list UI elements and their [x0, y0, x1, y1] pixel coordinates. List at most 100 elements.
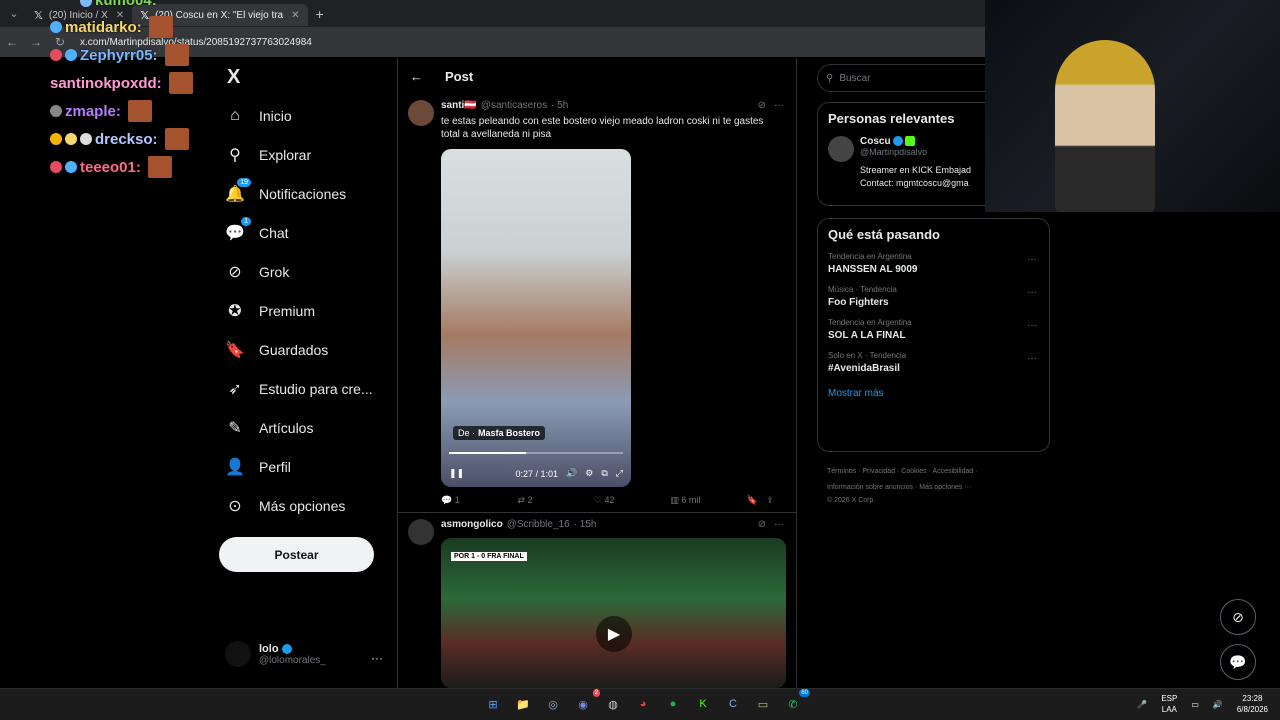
- bookmark-icon[interactable]: 🔖: [747, 495, 767, 506]
- trend-item[interactable]: Solo en X · Tendencia #AvenidaBrasil ···: [828, 351, 1039, 374]
- new-tab-icon[interactable]: +: [316, 6, 324, 22]
- kick-icon[interactable]: K: [692, 693, 714, 715]
- more-icon[interactable]: ···: [1027, 254, 1037, 265]
- notification-badge: 19: [237, 178, 251, 187]
- chat-user: Zephyrr05:: [80, 46, 158, 64]
- app-icon[interactable]: ▭: [752, 693, 774, 715]
- streamer-image: [1055, 40, 1155, 212]
- sidebar-item-search[interactable]: ⚲ Explorar: [225, 145, 311, 165]
- app-icon[interactable]: C: [722, 693, 744, 715]
- more-icon[interactable]: ···: [1027, 353, 1037, 364]
- sidebar-item-bell[interactable]: 🔔 19 Notificaciones: [225, 178, 346, 204]
- tweet-author-handle[interactable]: @Scribble_16: [507, 519, 570, 530]
- tweet-time[interactable]: · 15h: [574, 519, 597, 530]
- language-indicator[interactable]: ESP LAA: [1161, 693, 1177, 715]
- clock[interactable]: 23:28 6/8/2026: [1237, 693, 1268, 715]
- sidebar-item-chat[interactable]: 💬 1 Chat: [225, 217, 289, 243]
- footer-line[interactable]: Términos · Privacidad · Cookies · Accesi…: [827, 464, 1037, 480]
- microphone-icon[interactable]: 🎤: [1137, 700, 1147, 709]
- tweet-time[interactable]: · 5h: [551, 100, 568, 111]
- taskbar: ⊞ 📁 ◎ ◉ 2 ◍ ◕ ● K C ▭ ✆ 60 🎤 ESP LAA ▭ 🔊 23…: [0, 688, 1280, 720]
- search-placeholder: Buscar: [839, 72, 871, 84]
- steam-icon[interactable]: ◎: [542, 693, 564, 715]
- close-icon[interactable]: ✕: [291, 10, 299, 21]
- rocket-icon: ➶: [228, 381, 242, 398]
- more-icon[interactable]: ···: [1027, 287, 1037, 298]
- trend-item[interactable]: Tendencia en Argentina HANSSEN AL 9009 ···: [828, 252, 1039, 275]
- volume-icon[interactable]: 🔊: [1213, 700, 1223, 709]
- file-explorer-icon[interactable]: 📁: [512, 693, 534, 715]
- play-icon[interactable]: ▶: [596, 616, 632, 652]
- x-logo-icon[interactable]: X: [227, 66, 240, 89]
- video-progress-bar[interactable]: [449, 452, 623, 454]
- spotify-icon[interactable]: ●: [662, 693, 684, 715]
- trend-item[interactable]: Música · Tendencia Foo Fighters ···: [828, 285, 1039, 308]
- like-button[interactable]: ♡ 42: [594, 495, 670, 506]
- sidebar-item-profile[interactable]: 👤 Perfil: [225, 457, 291, 477]
- tweet-author-name[interactable]: santi🇦🇹: [441, 100, 477, 111]
- show-more-link[interactable]: Mostrar más: [828, 388, 1039, 399]
- pause-icon[interactable]: ❚❚: [449, 468, 464, 479]
- sidebar-item-grok[interactable]: ⊘ Grok: [225, 262, 289, 282]
- tweet[interactable]: santi🇦🇹 @santicaseros · 5h ⊘ ··· te esta…: [398, 94, 796, 513]
- grok-icon[interactable]: ⊘: [758, 519, 766, 530]
- crown-badge-icon: [50, 133, 62, 145]
- reply-button[interactable]: 💬 1: [441, 495, 517, 506]
- chat-icon[interactable]: 💬: [1220, 644, 1256, 680]
- trend-item[interactable]: Tendencia en Argentina SOL A LA FINAL ···: [828, 318, 1039, 341]
- more-icon[interactable]: ···: [774, 100, 784, 111]
- back-icon[interactable]: ←: [0, 35, 24, 49]
- avatar[interactable]: [408, 519, 434, 545]
- views-button[interactable]: ▥ 6 mil: [670, 495, 746, 506]
- repost-button[interactable]: ⇄ 2: [517, 495, 593, 506]
- chrome-icon[interactable]: ◕: [632, 693, 654, 715]
- tweet-author-handle[interactable]: @santicaseros: [481, 100, 547, 111]
- post-button[interactable]: Postear: [219, 537, 374, 572]
- share-icon[interactable]: ⇪: [766, 495, 786, 506]
- settings-icon[interactable]: ⚙: [585, 468, 593, 479]
- obs-icon[interactable]: ◍: [602, 693, 624, 715]
- windows-start-icon[interactable]: ⊞: [482, 693, 504, 715]
- grok-icon[interactable]: ⊘: [758, 100, 766, 111]
- sidebar-item-more[interactable]: ⊙ Más opciones: [225, 496, 345, 516]
- avatar[interactable]: [828, 136, 854, 162]
- sidebar-item-bookmark[interactable]: 🔖 Guardados: [225, 340, 328, 360]
- trend-category: Música · Tendencia: [828, 285, 897, 294]
- tweet[interactable]: asmongolico @Scribble_16 · 15h ⊘ ··· POR…: [398, 513, 796, 688]
- person-handle[interactable]: @Martinpdisalvo: [860, 147, 927, 157]
- footer-line[interactable]: Información sobre anuncios · Más opcione…: [827, 480, 1037, 496]
- tab-search-icon[interactable]: ⌄: [2, 2, 26, 26]
- tweet-author-name[interactable]: asmongolico: [441, 519, 503, 530]
- video-player[interactable]: POR 1 - 0 FRA FINAL ▶: [441, 538, 786, 688]
- search-icon: ⚲: [826, 72, 834, 84]
- avatar[interactable]: [408, 100, 434, 126]
- forward-icon[interactable]: →: [24, 35, 48, 49]
- sidebar-item-article[interactable]: ✎ Artículos: [225, 418, 313, 438]
- discord-icon[interactable]: ◉ 2: [572, 689, 600, 715]
- sidebar-item-home[interactable]: ⌂ Inicio: [225, 106, 292, 126]
- chat-line: Zephyrr05:: [50, 44, 189, 66]
- account-switcher[interactable]: lolo @lolomorales_: [225, 641, 326, 667]
- sidebar-item-label: Artículos: [259, 420, 314, 436]
- emote-icon: [147, 156, 172, 178]
- verified-icon: [281, 643, 292, 654]
- volume-icon[interactable]: 🔊: [566, 468, 577, 479]
- grok-icon[interactable]: ⊘: [1220, 599, 1256, 635]
- emote-icon: [164, 44, 189, 66]
- pip-icon[interactable]: ⧉: [601, 468, 607, 479]
- trend-name: Foo Fighters: [828, 297, 889, 308]
- fullscreen-icon[interactable]: ⤢: [616, 468, 623, 479]
- more-icon[interactable]: ···: [1027, 320, 1037, 331]
- sidebar-item-premium[interactable]: ✪ Premium: [225, 301, 315, 321]
- badge-icon: [65, 133, 77, 145]
- video-player[interactable]: De · Masfa Bostero ❚❚ 0:27 / 1:01 🔊 ⚙ ⧉ ⤢: [441, 149, 631, 487]
- chat-icon: 💬: [225, 225, 245, 242]
- person-name[interactable]: Coscu: [860, 136, 927, 147]
- sidebar-item-rocket[interactable]: ➶ Estudio para cre...: [225, 379, 372, 399]
- back-arrow-icon[interactable]: ←: [410, 69, 423, 84]
- whatsapp-icon[interactable]: ✆ 60: [782, 689, 810, 715]
- display-icon[interactable]: ▭: [1191, 700, 1199, 709]
- more-icon[interactable]: ···: [371, 651, 383, 665]
- tweet-text: te estas peleando con este bostero viejo…: [441, 116, 764, 140]
- more-icon[interactable]: ···: [774, 519, 784, 530]
